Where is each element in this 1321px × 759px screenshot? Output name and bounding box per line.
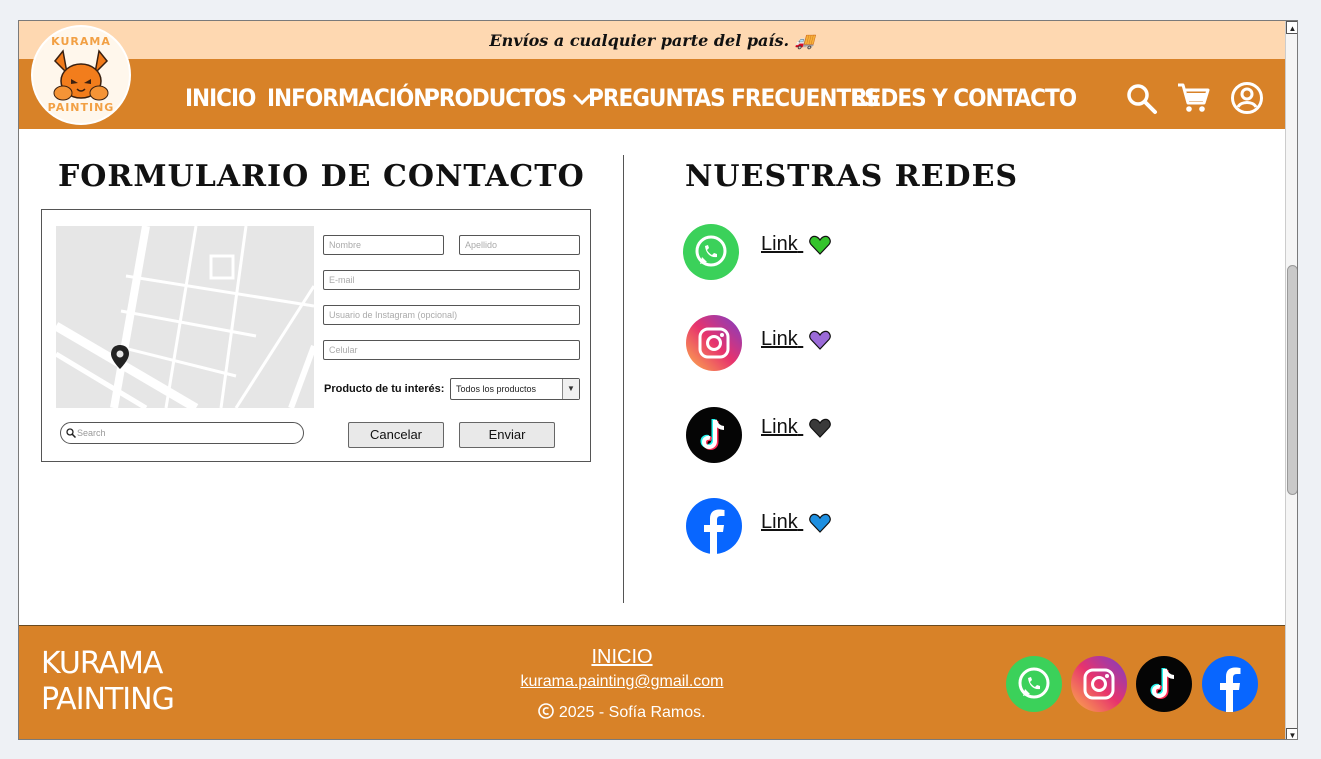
product-selected: Todos los productos bbox=[456, 384, 537, 394]
footer-home-link[interactable]: INICIO bbox=[469, 646, 775, 669]
email-field[interactable]: E-mail bbox=[323, 270, 580, 290]
footer-email-link[interactable]: kurama.painting@gmail.com bbox=[469, 673, 775, 691]
map[interactable] bbox=[56, 226, 314, 408]
green-heart-icon bbox=[809, 235, 832, 255]
nav-inicio[interactable]: INICIO bbox=[185, 59, 256, 129]
whatsapp-link[interactable]: Link bbox=[761, 233, 832, 256]
announcement-bar: Envíos a cualquier parte del país. 🚚 bbox=[19, 21, 1285, 59]
product-label: Producto de tu interés: bbox=[324, 383, 445, 395]
tiktok-link-text: Link bbox=[761, 416, 798, 438]
whatsapp-icon[interactable] bbox=[683, 224, 739, 280]
footer: KURAMA PAINTING INICIO kurama.painting@g… bbox=[19, 625, 1285, 739]
map-search-input[interactable]: Search bbox=[60, 422, 304, 444]
logo-bottom-text: PAINTING bbox=[47, 101, 115, 114]
announcement-text: Envíos a cualquier parte del país. 🚚 bbox=[489, 31, 815, 50]
instagram-link-text: Link bbox=[761, 328, 798, 350]
dropdown-arrow-icon: ▼ bbox=[562, 379, 579, 399]
browser-frame: Envíos a cualquier parte del país. 🚚 INI… bbox=[18, 20, 1298, 740]
contact-title: FORMULARIO DE CONTACTO bbox=[58, 159, 585, 194]
nav-productos[interactable]: PRODUCTOS bbox=[424, 59, 592, 129]
social-title: NUESTRAS REDES bbox=[685, 159, 1019, 194]
footer-whatsapp-icon[interactable] bbox=[1006, 656, 1062, 712]
nombre-field[interactable]: Nombre bbox=[323, 235, 444, 255]
map-streets bbox=[56, 226, 314, 408]
footer-brand: KURAMA PAINTING bbox=[41, 646, 175, 718]
whatsapp-link-text: Link bbox=[761, 233, 798, 255]
navbar: INICIO INFORMACIÓN PRODUCTOS PREGUNTAS F… bbox=[19, 59, 1285, 129]
black-heart-icon bbox=[809, 418, 832, 438]
blue-heart-icon bbox=[809, 513, 832, 533]
footer-brand-line1: KURAMA bbox=[41, 646, 163, 681]
cancel-button[interactable]: Cancelar bbox=[348, 422, 444, 448]
send-button[interactable]: Enviar bbox=[459, 422, 555, 448]
facebook-link[interactable]: Link bbox=[761, 511, 832, 534]
scroll-up-arrow-icon[interactable]: ▲ bbox=[1286, 21, 1297, 34]
nav-preguntas[interactable]: PREGUNTAS FRECUENTES bbox=[588, 59, 880, 129]
nav-informacion[interactable]: INFORMACIÓN bbox=[267, 59, 431, 129]
account-icon[interactable] bbox=[1230, 81, 1264, 115]
purple-heart-icon bbox=[809, 330, 832, 350]
section-divider bbox=[623, 155, 624, 603]
facebook-link-text: Link bbox=[761, 511, 798, 533]
cart-icon[interactable] bbox=[1176, 81, 1210, 115]
footer-copyright: 2025 - Sofía Ramos. bbox=[469, 703, 775, 722]
search-icon[interactable] bbox=[1124, 81, 1158, 115]
instagram-link[interactable]: Link bbox=[761, 328, 832, 351]
apellido-field[interactable]: Apellido bbox=[459, 235, 580, 255]
tiktok-link[interactable]: Link bbox=[761, 416, 832, 439]
footer-tiktok-icon[interactable] bbox=[1136, 656, 1192, 712]
nav-productos-label: PRODUCTOS bbox=[424, 84, 567, 112]
copyright-icon bbox=[538, 703, 555, 719]
footer-instagram-icon[interactable] bbox=[1071, 656, 1127, 712]
footer-facebook-icon[interactable] bbox=[1202, 656, 1258, 712]
celular-field[interactable]: Celular bbox=[323, 340, 580, 360]
instagram-field[interactable]: Usuario de Instagram (opcional) bbox=[323, 305, 580, 325]
footer-copyright-text: 2025 - Sofía Ramos. bbox=[558, 704, 706, 721]
facebook-icon[interactable] bbox=[686, 498, 742, 554]
tiktok-icon[interactable] bbox=[686, 407, 742, 463]
search-placeholder: Search bbox=[77, 428, 106, 438]
map-pin-icon bbox=[111, 345, 129, 369]
contact-form: Nombre Apellido E-mail Usuario de Instag… bbox=[41, 209, 591, 462]
product-select[interactable]: Todos los productos ▼ bbox=[450, 378, 580, 400]
brand-logo[interactable]: KURAMA PAINTING bbox=[33, 27, 129, 123]
vertical-scrollbar[interactable]: ▲ ▼ bbox=[1285, 21, 1297, 739]
nav-redes[interactable]: REDES Y CONTACTO bbox=[851, 59, 1077, 129]
scrollbar-thumb[interactable] bbox=[1287, 265, 1297, 495]
instagram-icon[interactable] bbox=[686, 315, 742, 371]
search-icon bbox=[66, 428, 76, 438]
scroll-down-arrow-icon[interactable]: ▼ bbox=[1286, 728, 1297, 739]
footer-brand-line2: PAINTING bbox=[41, 682, 175, 717]
